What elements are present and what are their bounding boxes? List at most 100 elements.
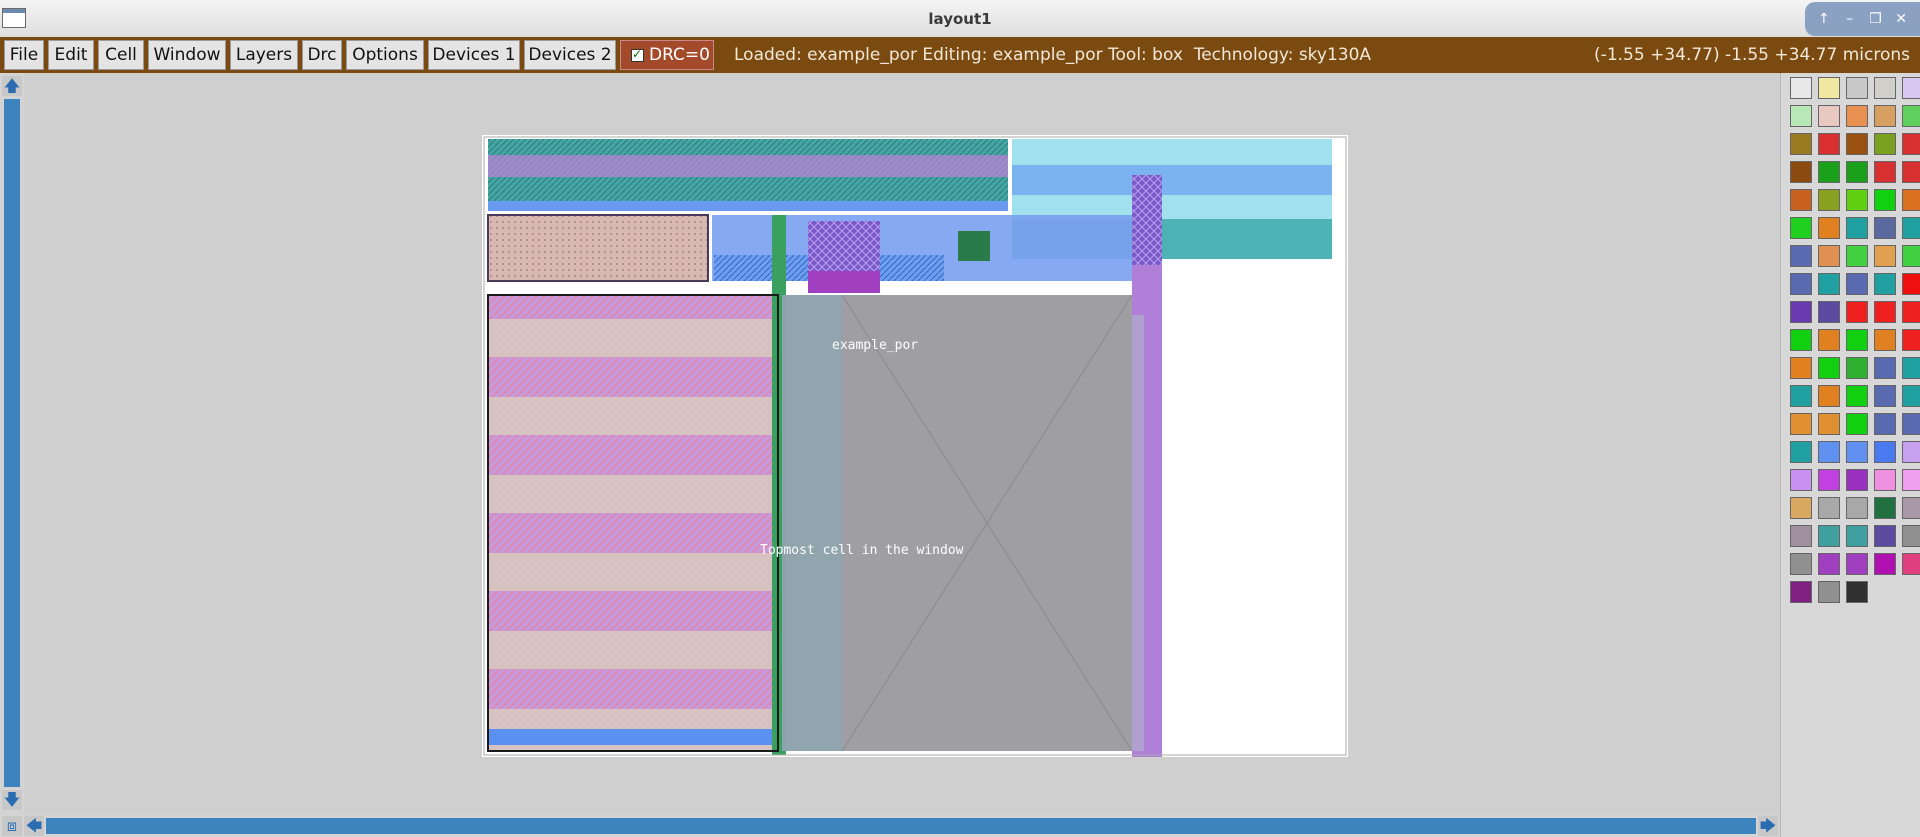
layer-swatch[interactable] (1902, 357, 1920, 379)
layout-view[interactable] (482, 135, 1348, 757)
layer-swatch[interactable] (1902, 553, 1920, 575)
shade-icon[interactable]: ↑ (1815, 11, 1833, 27)
layer-swatch[interactable] (1790, 217, 1812, 239)
layer-swatch[interactable] (1818, 189, 1840, 211)
layer-swatch[interactable] (1874, 497, 1896, 519)
layer-swatch[interactable] (1818, 133, 1840, 155)
layer-swatch[interactable] (1790, 497, 1812, 519)
layer-swatch[interactable] (1874, 469, 1896, 491)
layer-swatch[interactable] (1818, 581, 1840, 603)
layout-canvas[interactable]: example_por Topmost cell in the window (24, 73, 1780, 815)
layer-swatch[interactable] (1846, 357, 1868, 379)
layer-swatch[interactable] (1846, 385, 1868, 407)
layer-swatch[interactable] (1874, 413, 1896, 435)
layer-swatch[interactable] (1790, 301, 1812, 323)
layer-swatch[interactable] (1902, 217, 1920, 239)
layer-swatch[interactable] (1790, 329, 1812, 351)
menu-file[interactable]: File (4, 40, 44, 70)
layer-swatch[interactable] (1818, 329, 1840, 351)
layer-swatch[interactable] (1790, 245, 1812, 267)
layer-swatch[interactable] (1790, 385, 1812, 407)
layer-swatch[interactable] (1846, 189, 1868, 211)
layer-swatch[interactable] (1790, 77, 1812, 99)
layer-swatch[interactable] (1874, 553, 1896, 575)
layer-swatch[interactable] (1902, 469, 1920, 491)
layer-swatch[interactable] (1902, 133, 1920, 155)
layer-swatch[interactable] (1846, 217, 1868, 239)
layer-swatch[interactable] (1790, 441, 1812, 463)
layer-swatch[interactable] (1790, 469, 1812, 491)
layer-swatch[interactable] (1874, 525, 1896, 547)
layer-swatch[interactable] (1790, 413, 1812, 435)
vertical-scroll-thumb[interactable] (4, 99, 20, 787)
layer-swatch[interactable] (1874, 301, 1896, 323)
layer-swatch[interactable] (1818, 273, 1840, 295)
layer-swatch[interactable] (1902, 385, 1920, 407)
layer-swatch[interactable] (1818, 77, 1840, 99)
layer-swatch[interactable] (1790, 357, 1812, 379)
menu-cell[interactable]: Cell (98, 40, 144, 70)
layer-swatch[interactable] (1790, 133, 1812, 155)
scroll-right-icon[interactable]: 🡆 (1758, 816, 1778, 836)
layer-swatch[interactable] (1846, 77, 1868, 99)
menu-layers[interactable]: Layers (230, 40, 298, 70)
minimize-icon[interactable]: – (1841, 11, 1859, 27)
layer-swatch[interactable] (1902, 497, 1920, 519)
drc-toggle[interactable]: DRC=0 (620, 40, 714, 70)
layer-swatch[interactable] (1846, 273, 1868, 295)
layer-swatch[interactable] (1790, 581, 1812, 603)
layer-swatch[interactable] (1818, 161, 1840, 183)
layer-swatch[interactable] (1902, 301, 1920, 323)
menu-edit[interactable]: Edit (48, 40, 94, 70)
layer-swatch[interactable] (1902, 245, 1920, 267)
layer-swatch[interactable] (1902, 329, 1920, 351)
layer-swatch[interactable] (1874, 189, 1896, 211)
layer-swatch[interactable] (1874, 161, 1896, 183)
layer-swatch[interactable] (1846, 161, 1868, 183)
maximize-icon[interactable]: ❐ (1866, 11, 1884, 27)
layer-swatch[interactable] (1902, 525, 1920, 547)
layer-swatch[interactable] (1818, 105, 1840, 127)
layer-swatch[interactable] (1790, 105, 1812, 127)
layer-swatch[interactable] (1790, 161, 1812, 183)
layer-swatch[interactable] (1846, 469, 1868, 491)
menu-devices-1[interactable]: Devices 1 (428, 40, 520, 70)
layer-swatch[interactable] (1902, 105, 1920, 127)
layer-swatch[interactable] (1818, 217, 1840, 239)
layer-swatch[interactable] (1902, 189, 1920, 211)
layer-swatch[interactable] (1818, 441, 1840, 463)
layer-swatch[interactable] (1902, 77, 1920, 99)
scroll-down-icon[interactable]: 🡇 (2, 790, 22, 810)
menu-options[interactable]: Options (346, 40, 424, 70)
layer-swatch[interactable] (1846, 441, 1868, 463)
layer-swatch[interactable] (1790, 273, 1812, 295)
layer-swatch[interactable] (1874, 441, 1896, 463)
layer-swatch[interactable] (1818, 357, 1840, 379)
menu-window[interactable]: Window (148, 40, 226, 70)
layer-swatch[interactable] (1818, 385, 1840, 407)
layer-swatch[interactable] (1874, 385, 1896, 407)
layer-swatch[interactable] (1846, 133, 1868, 155)
layer-swatch[interactable] (1902, 273, 1920, 295)
scroll-left-icon[interactable]: 🡄 (24, 816, 44, 836)
layer-swatch[interactable] (1874, 329, 1896, 351)
horizontal-scrollbar[interactable]: ⧈ 🡄 🡆 (0, 815, 1782, 837)
layer-swatch[interactable] (1874, 273, 1896, 295)
layer-swatch[interactable] (1846, 581, 1868, 603)
layer-swatch[interactable] (1818, 469, 1840, 491)
layer-swatch[interactable] (1818, 245, 1840, 267)
layer-swatch[interactable] (1874, 217, 1896, 239)
layer-swatch[interactable] (1902, 413, 1920, 435)
menu-devices-2[interactable]: Devices 2 (524, 40, 616, 70)
layer-swatch[interactable] (1902, 441, 1920, 463)
layer-swatch[interactable] (1846, 497, 1868, 519)
layer-swatch[interactable] (1790, 189, 1812, 211)
vertical-scrollbar[interactable]: 🡅 🡇 (0, 73, 24, 812)
layer-swatch[interactable] (1846, 413, 1868, 435)
layer-swatch[interactable] (1902, 161, 1920, 183)
layer-swatch[interactable] (1818, 553, 1840, 575)
layer-swatch[interactable] (1790, 525, 1812, 547)
layer-swatch[interactable] (1846, 329, 1868, 351)
layer-swatch[interactable] (1818, 301, 1840, 323)
layer-swatch[interactable] (1846, 553, 1868, 575)
